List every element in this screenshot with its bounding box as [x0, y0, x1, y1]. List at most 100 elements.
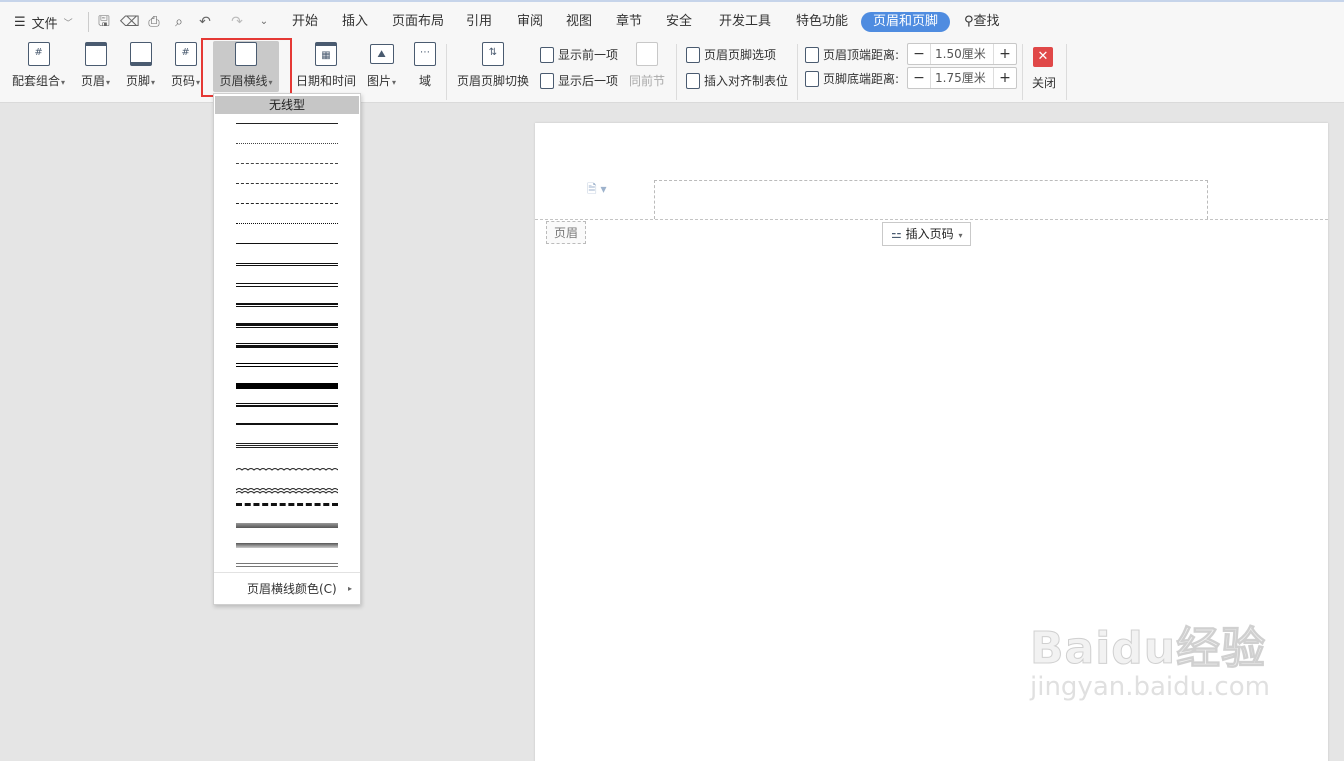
decrement-button[interactable]: − — [908, 68, 930, 88]
watermark-brand: Baidu经验 — [1030, 623, 1267, 675]
combo-label: 配套组合 — [12, 74, 61, 88]
file-menu[interactable]: ☰ 文件 ﹀ — [14, 13, 73, 32]
line-style-dash-dot-stroked[interactable] — [236, 503, 338, 506]
line-style-thin-thick[interactable] — [236, 343, 338, 348]
line-style-wavy[interactable] — [235, 463, 339, 477]
line-style-outset[interactable] — [236, 563, 338, 567]
close-icon[interactable]: ✕ — [1033, 47, 1053, 67]
wavy-line-icon — [235, 488, 339, 494]
line-style-double-medium[interactable] — [236, 423, 338, 425]
show-next-button[interactable]: 显示后一项 — [540, 72, 618, 89]
tab-header-footer[interactable]: 页眉和页脚 — [861, 12, 951, 32]
separator — [676, 44, 677, 100]
line-style-dotted[interactable] — [236, 143, 338, 144]
tab-references[interactable]: 引用 — [466, 13, 492, 31]
header-top-distance-stepper[interactable]: − 1.50厘米 + — [907, 43, 1017, 65]
header-footer-switch-label: 页眉页脚切换 — [457, 74, 530, 88]
line-style-engrave[interactable] — [236, 543, 338, 548]
show-next-icon — [540, 72, 554, 89]
decrement-button[interactable]: − — [908, 44, 930, 64]
field-button[interactable]: ⋯ 域 — [414, 42, 436, 89]
separator — [797, 44, 798, 100]
show-previous-button[interactable]: 显示前一项 — [540, 46, 618, 63]
line-style-double[interactable] — [236, 283, 338, 287]
chevron-down-icon: ▾ — [958, 231, 963, 240]
line-style-dash-dot[interactable] — [236, 203, 338, 204]
format-painter-icon[interactable]: ⌫ — [120, 13, 140, 31]
line-style-dashed[interactable] — [236, 183, 338, 184]
line-style-thin-thick-thin[interactable] — [236, 403, 338, 407]
footer-icon — [129, 42, 152, 66]
hamburger-icon: ☰ — [14, 15, 26, 30]
line-style-triple-thin[interactable] — [236, 443, 338, 448]
tab-features[interactable]: 特色功能 — [796, 13, 848, 31]
line-style-double-wavy[interactable] — [235, 483, 339, 497]
same-as-previous-label: 同前节 — [629, 74, 666, 88]
field-label: 域 — [418, 74, 431, 88]
header-footer-options-button[interactable]: 页眉页脚选项 — [686, 46, 776, 63]
tab-developer[interactable]: 开发工具 — [719, 13, 771, 31]
print-preview-icon[interactable]: ⌕ — [170, 13, 188, 31]
line-style-thick-thin[interactable] — [236, 323, 338, 328]
header-label: 页眉 — [81, 74, 106, 88]
insert-page-number-button[interactable]: ⚍ 插入页码 ▾ — [882, 222, 972, 246]
line-style-thick-thin-thick[interactable] — [236, 383, 338, 389]
redo-icon[interactable]: ↷ — [228, 13, 246, 31]
header-line-color-label: 页眉横线颜色(C) — [247, 582, 337, 596]
header-top-distance-value[interactable]: 1.50厘米 — [930, 44, 994, 64]
line-style-none[interactable]: 无线型 — [215, 96, 359, 114]
header-icon — [84, 42, 107, 66]
tab-insert[interactable]: 插入 — [342, 13, 368, 31]
menu-bar: ☰ 文件 ﹀ 🖫 ⌫ ⎙ ⌕ ↶ ↷ ⌄ 开始 插入 页面布局 引用 审阅 视图… — [0, 0, 1344, 40]
file-menu-label: 文件 — [31, 17, 58, 32]
line-style-dash-dot-dot[interactable] — [236, 223, 338, 224]
header-footer-switch-button[interactable]: ⇅ 页眉页脚切换 — [457, 42, 529, 89]
line-style-thick[interactable] — [236, 363, 338, 367]
insert-align-tab-button[interactable]: 插入对齐制表位 — [686, 72, 788, 89]
show-previous-icon — [540, 46, 554, 63]
tab-chapter[interactable]: 章节 — [616, 13, 642, 31]
picture-label: 图片 — [367, 74, 392, 88]
page-number-icon: ⚍ — [891, 227, 902, 241]
line-style-solid[interactable] — [236, 243, 338, 244]
tab-view[interactable]: 视图 — [566, 13, 592, 31]
increment-button[interactable]: + — [994, 68, 1016, 88]
header-button[interactable]: 页眉▾ — [81, 42, 110, 89]
line-style-triple[interactable] — [236, 303, 338, 307]
increment-button[interactable]: + — [994, 44, 1016, 64]
line-style-dashed-short[interactable] — [236, 163, 338, 164]
tab-security[interactable]: 安全 — [666, 13, 692, 31]
insert-align-tab-label: 插入对齐制表位 — [704, 74, 789, 88]
footer-bottom-distance-stepper[interactable]: − 1.75厘米 + — [907, 67, 1017, 89]
separator — [446, 44, 447, 100]
tab-home[interactable]: 开始 — [292, 13, 318, 31]
show-previous-label: 显示前一项 — [558, 48, 619, 62]
tab-review[interactable]: 审阅 — [517, 13, 543, 31]
tab-page-layout[interactable]: 页面布局 — [392, 13, 444, 31]
undo-icon[interactable]: ↶ — [196, 13, 214, 31]
save-icon[interactable]: 🖫 — [95, 13, 113, 31]
same-as-previous-button[interactable]: 同前节 — [629, 42, 665, 89]
footer-bottom-distance-value[interactable]: 1.75厘米 — [930, 68, 994, 88]
footer-button[interactable]: 页脚▾ — [126, 42, 155, 89]
header-line-color-item[interactable]: 页眉横线颜色(C) ▸ — [214, 572, 360, 605]
combo-button[interactable]: # 配套组合▾ — [12, 42, 65, 89]
search-button[interactable]: ⚲查找 — [964, 13, 1000, 31]
header-line-dropdown: 无线型 页眉横线颜色(C) ▸ — [213, 93, 361, 605]
switch-icon: ⇅ — [482, 42, 504, 66]
footer-bottom-distance-label: 页脚底端距离: — [805, 70, 899, 87]
line-style-emboss[interactable] — [236, 523, 338, 528]
date-time-button[interactable]: ▦ 日期和时间 — [296, 42, 356, 89]
show-next-label: 显示后一项 — [558, 74, 619, 88]
line-style-double-thin[interactable] — [236, 263, 338, 266]
customize-toolbar-icon[interactable]: ⌄ — [255, 13, 273, 31]
document-icon[interactable]: 🗎 ▾ — [587, 180, 607, 201]
close-label[interactable]: 关闭 — [1032, 74, 1056, 91]
print-icon[interactable]: ⎙ — [145, 13, 163, 31]
page-number-button[interactable]: # 页码▾ — [171, 42, 200, 89]
line-style-solid-thin[interactable] — [236, 123, 338, 124]
picture-button[interactable]: ⛰ 图片▾ — [367, 42, 396, 89]
combo-icon: # — [27, 42, 50, 66]
header-edit-area[interactable] — [654, 180, 1208, 219]
header-tag: 页眉 — [546, 221, 587, 244]
